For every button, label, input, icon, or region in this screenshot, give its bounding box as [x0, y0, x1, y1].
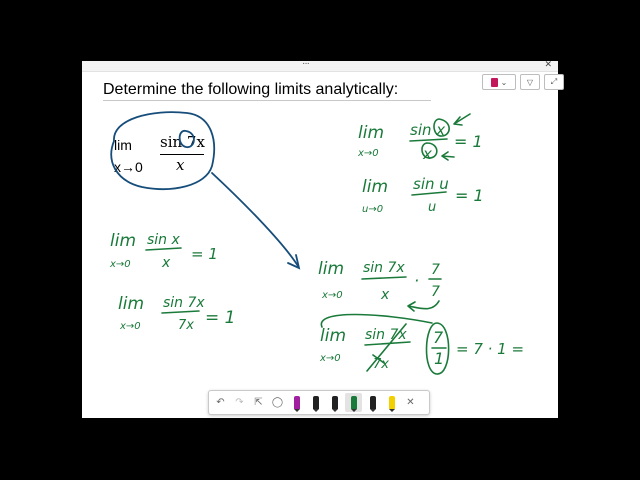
- left1-lim: lim: [110, 231, 136, 251]
- left2-den: 7x: [178, 318, 194, 333]
- close-icon: ✕: [406, 397, 415, 408]
- select-icon: ⇱: [254, 397, 263, 408]
- left1-eq: = 1: [191, 245, 218, 263]
- left1-den: x: [161, 255, 171, 271]
- pen-black-icon: [331, 396, 338, 412]
- right1-num: sin 7x: [363, 260, 405, 276]
- right2-result: = 7 · 1 =: [456, 340, 524, 358]
- left2-sub: x→0: [119, 321, 141, 332]
- right2-frac-den: 1: [434, 349, 444, 368]
- pen-black-icon: [369, 396, 376, 412]
- right1-dot: ·: [414, 271, 419, 290]
- left1-sub: x→0: [109, 259, 131, 270]
- ref2-num: sin u: [413, 175, 449, 193]
- pen-purple-button[interactable]: [288, 393, 305, 412]
- pen-green-icon: [350, 396, 357, 412]
- whiteboard-window: ··· ✕ Determine the following limits ana…: [82, 58, 564, 418]
- ref2-eq: = 1: [455, 186, 484, 205]
- right2-sub: x→0: [319, 353, 341, 364]
- pen-purple-icon: [293, 396, 300, 412]
- select-button[interactable]: ⇱: [250, 393, 267, 412]
- right1-sub: x→0: [321, 290, 343, 301]
- ref2-lim: lim: [362, 177, 388, 197]
- drawing-toolbar: ↶ ↷ ⇱ ◯ ✕: [208, 390, 430, 415]
- ref2-den: u: [428, 200, 436, 215]
- pen-black-icon: [312, 396, 319, 412]
- redo-button[interactable]: ↷: [231, 393, 248, 412]
- right1-lim: lim: [318, 259, 344, 279]
- right1-frac-num: 7: [431, 262, 440, 278]
- handwriting-strokes: [145, 113, 471, 375]
- highlighter-button[interactable]: [383, 393, 400, 412]
- left1-num: sin x: [147, 232, 181, 248]
- left2-num: sin 7x: [163, 295, 205, 311]
- redo-icon: ↷: [235, 397, 244, 408]
- right2-lim: lim: [320, 326, 346, 346]
- right1-den: x: [380, 287, 390, 303]
- ref1-lim: lim: [358, 123, 384, 143]
- right1-frac-den: 7: [431, 284, 440, 300]
- ref1-eq: = 1: [454, 132, 483, 151]
- pen-black-1-button[interactable]: [307, 393, 324, 412]
- ref2-sub: u→0: [362, 204, 383, 215]
- pen-black-3-button[interactable]: [364, 393, 381, 412]
- left2-eq: = 1: [205, 308, 235, 328]
- right2-frac-num: 7: [433, 328, 444, 347]
- pen-black-2-button[interactable]: [326, 393, 343, 412]
- undo-icon: ↶: [216, 397, 225, 408]
- right2-den: 7x: [373, 357, 389, 372]
- lasso-button[interactable]: ◯: [269, 393, 286, 412]
- highlighter-icon: [388, 396, 395, 412]
- lasso-icon: ◯: [271, 397, 284, 408]
- ink-layer: lim x→0 sin x x = 1 lim u→0 sin u u = 1 …: [109, 111, 524, 375]
- pen-green-button[interactable]: [345, 393, 362, 412]
- undo-button[interactable]: ↶: [212, 393, 229, 412]
- handwriting: lim x→0 sin x x = 1 lim u→0 sin u u = 1 …: [109, 121, 524, 372]
- ref1-sub: x→0: [357, 148, 379, 159]
- toolbar-close-button[interactable]: ✕: [402, 393, 419, 412]
- left2-lim: lim: [118, 294, 144, 314]
